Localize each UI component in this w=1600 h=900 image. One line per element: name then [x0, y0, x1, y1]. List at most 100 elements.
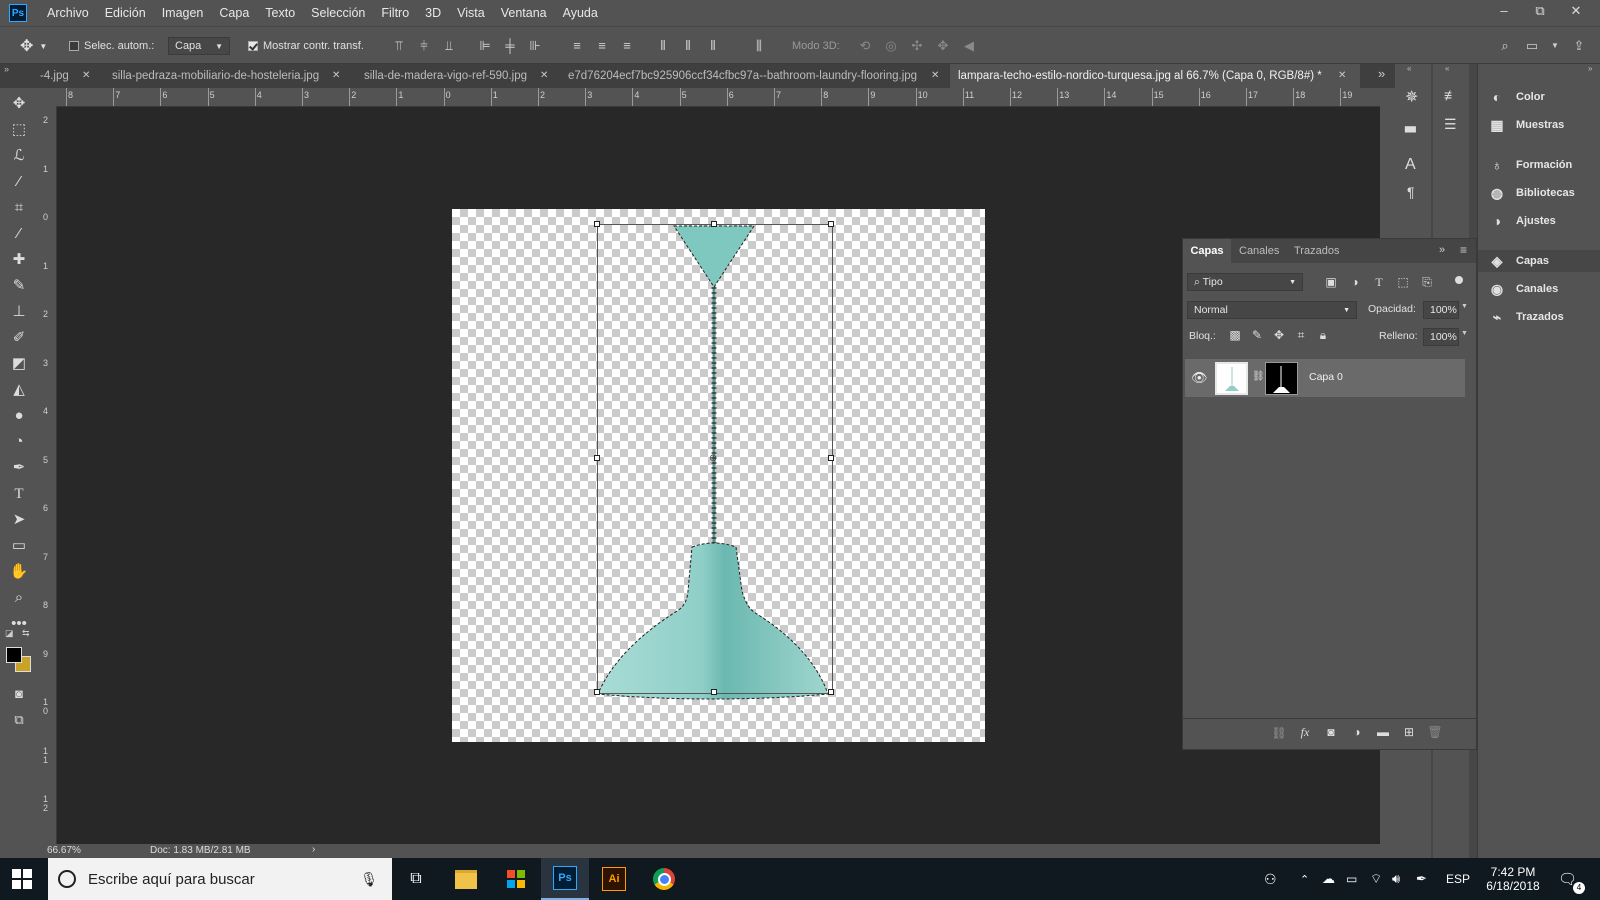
lock-pixels-icon[interactable]: ✎	[1249, 328, 1265, 342]
lasso-tool-icon[interactable]: ℒ	[8, 146, 30, 166]
move-tool-icon[interactable]: ✥	[8, 94, 30, 114]
tab-doc-active[interactable]: lampara-techo-estilo-nordico-turquesa.jp…	[950, 64, 1360, 88]
type-tool-icon[interactable]: T	[8, 484, 30, 504]
action-center-icon[interactable]: 🗨︎	[1558, 858, 1577, 900]
close-icon[interactable]: ✕	[332, 64, 340, 88]
show-transform-checkbox[interactable]	[248, 41, 258, 51]
opacity-input[interactable]: 100%	[1423, 301, 1459, 319]
collapse-toolbar-icon[interactable]: »	[4, 64, 9, 74]
tab-doc-2[interactable]: silla-pedraza-mobiliario-de-hosteleria.j…	[104, 64, 354, 88]
panel-learn[interactable]: ♁ Formación	[1488, 154, 1572, 176]
crop-tool-icon[interactable]: ⌗	[8, 198, 30, 218]
lock-artboard-icon[interactable]: ⌗	[1293, 328, 1309, 343]
chevron-down-icon[interactable]: ▼	[1461, 303, 1468, 310]
task-view-icon[interactable]: ⧉	[392, 858, 440, 900]
orbit-3d-icon[interactable]: ⟲	[858, 39, 872, 53]
layer-name[interactable]: Capa 0	[1309, 371, 1343, 383]
link-layers-icon[interactable]: ⛓︎	[1271, 726, 1287, 740]
eye-icon[interactable]: 👁︎	[1191, 370, 1208, 386]
tab-channels[interactable]: Canales	[1239, 239, 1279, 263]
properties-icon[interactable]: ☰	[1444, 116, 1457, 133]
tab-doc-1[interactable]: -4.jpg ✕	[32, 64, 106, 88]
pan-3d-icon[interactable]: ✣	[910, 39, 924, 53]
default-colors-icon[interactable]: ◪	[5, 628, 14, 639]
tabs-overflow-icon[interactable]: »	[1378, 66, 1385, 81]
hand-tool-icon[interactable]: ✋	[8, 562, 30, 582]
delete-layer-icon[interactable]: 🗑︎	[1427, 725, 1443, 739]
align-bottom-icon[interactable]: ⫫	[442, 39, 456, 53]
expand-icon[interactable]: »	[1439, 244, 1445, 256]
show-hidden-icons-icon[interactable]: ⌃	[1300, 858, 1309, 900]
align-vcenter-icon[interactable]: ⫩	[417, 39, 431, 53]
new-group-icon[interactable]: ▬	[1375, 725, 1391, 739]
healing-brush-tool-icon[interactable]: ✚	[8, 250, 30, 270]
paint-bucket-tool-icon[interactable]: ◭	[8, 380, 30, 400]
link-icon[interactable]: ⛓︎	[1252, 371, 1265, 382]
menu-texto[interactable]: Texto	[257, 6, 303, 20]
layer-mask-thumbnail[interactable]	[1265, 362, 1298, 395]
transform-handle[interactable]	[594, 221, 600, 227]
zoom-level[interactable]: 66.67%	[47, 845, 81, 856]
align-right-icon[interactable]: ⊪	[528, 39, 542, 53]
menu-seleccion[interactable]: Selección	[303, 6, 373, 20]
lock-transparency-icon[interactable]: ▩	[1227, 328, 1243, 342]
auto-select-option[interactable]: Selec. autom.:	[69, 27, 154, 65]
blend-mode-dropdown[interactable]: Normal ▼	[1187, 301, 1357, 319]
menu-ayuda[interactable]: Ayuda	[555, 6, 606, 20]
chevron-down-icon[interactable]: ▼	[1461, 330, 1468, 337]
transform-handle[interactable]	[828, 455, 834, 461]
auto-select-checkbox[interactable]	[69, 41, 79, 51]
move-tool-preset[interactable]: ✥ ▼	[20, 27, 47, 65]
blur-tool-icon[interactable]: ●	[8, 406, 30, 426]
panel-channels[interactable]: ◉ Canales	[1488, 278, 1558, 300]
distribute-left-icon[interactable]: ⦀	[656, 39, 670, 53]
menu-capa[interactable]: Capa	[211, 6, 257, 20]
fill-input[interactable]: 100%	[1423, 328, 1459, 346]
quick-mask-icon[interactable]: ◙	[8, 684, 30, 704]
chrome-taskbar-icon[interactable]	[640, 858, 688, 900]
panel-menu-icon[interactable]: ≡	[1460, 243, 1467, 257]
tab-layers[interactable]: Capas	[1183, 239, 1231, 263]
brush-settings-icon[interactable]: ≢	[1444, 87, 1458, 103]
filter-adjustment-icon[interactable]: ◑	[1347, 275, 1363, 289]
transform-handle[interactable]	[711, 221, 717, 227]
clock[interactable]: 7:42 PM 6/18/2018	[1478, 858, 1548, 900]
tab-doc-4[interactable]: e7d76204ecf7bc925906ccf34cfbc97a--bathro…	[560, 64, 953, 88]
screen-mode-icon[interactable]: ⧉	[8, 710, 30, 730]
slide-3d-icon[interactable]: ✥	[936, 39, 950, 53]
dodge-tool-icon[interactable]: ◔	[8, 432, 30, 452]
histogram-icon[interactable]: ▃	[1405, 116, 1416, 133]
volume-icon[interactable]: 🔊︎	[1392, 858, 1400, 900]
layer-thumbnail[interactable]	[1215, 362, 1248, 395]
minimize-button[interactable]: –	[1486, 0, 1522, 26]
expand-icon[interactable]: »	[1588, 64, 1592, 73]
shape-tool-icon[interactable]: ▭	[8, 536, 30, 556]
close-icon[interactable]: ✕	[931, 64, 939, 88]
filter-shape-icon[interactable]: ⬚	[1395, 275, 1411, 289]
close-icon[interactable]: ✕	[1338, 64, 1346, 88]
menu-archivo[interactable]: Archivo	[39, 6, 97, 20]
brush-tool-icon[interactable]: ✎	[8, 276, 30, 296]
transform-handle[interactable]	[711, 689, 717, 695]
filter-pixel-icon[interactable]: ▣	[1323, 275, 1339, 289]
search-icon[interactable]: ⌕	[1498, 39, 1512, 53]
lock-position-icon[interactable]: ✥	[1271, 328, 1287, 342]
auto-select-target-dropdown[interactable]: Capa ▼	[168, 37, 230, 55]
close-icon[interactable]: ✕	[540, 64, 548, 88]
status-menu-arrow-icon[interactable]: ›	[312, 844, 315, 855]
distribute-right-icon[interactable]: ⦀	[706, 39, 720, 53]
show-transform-option[interactable]: Mostrar contr. transf.	[248, 27, 364, 65]
transform-handle[interactable]	[828, 689, 834, 695]
pen-tool-icon[interactable]: ✒	[8, 458, 30, 478]
filter-smart-object-icon[interactable]: ⎘	[1419, 275, 1435, 290]
distribute-hcenter-icon[interactable]: ⦀	[681, 39, 695, 53]
align-top-icon[interactable]: ⫪	[392, 39, 406, 53]
filter-toggle-icon[interactable]	[1455, 276, 1463, 284]
menu-ventana[interactable]: Ventana	[493, 6, 555, 20]
illustrator-taskbar-icon[interactable]: Ai	[590, 858, 638, 900]
roll-3d-icon[interactable]: ◎	[884, 39, 898, 53]
lock-all-icon[interactable]: 🔒︎	[1315, 328, 1331, 343]
language-indicator[interactable]: ESP	[1446, 858, 1470, 900]
scale-3d-icon[interactable]: ◀	[962, 39, 976, 53]
menu-vista[interactable]: Vista	[449, 6, 493, 20]
